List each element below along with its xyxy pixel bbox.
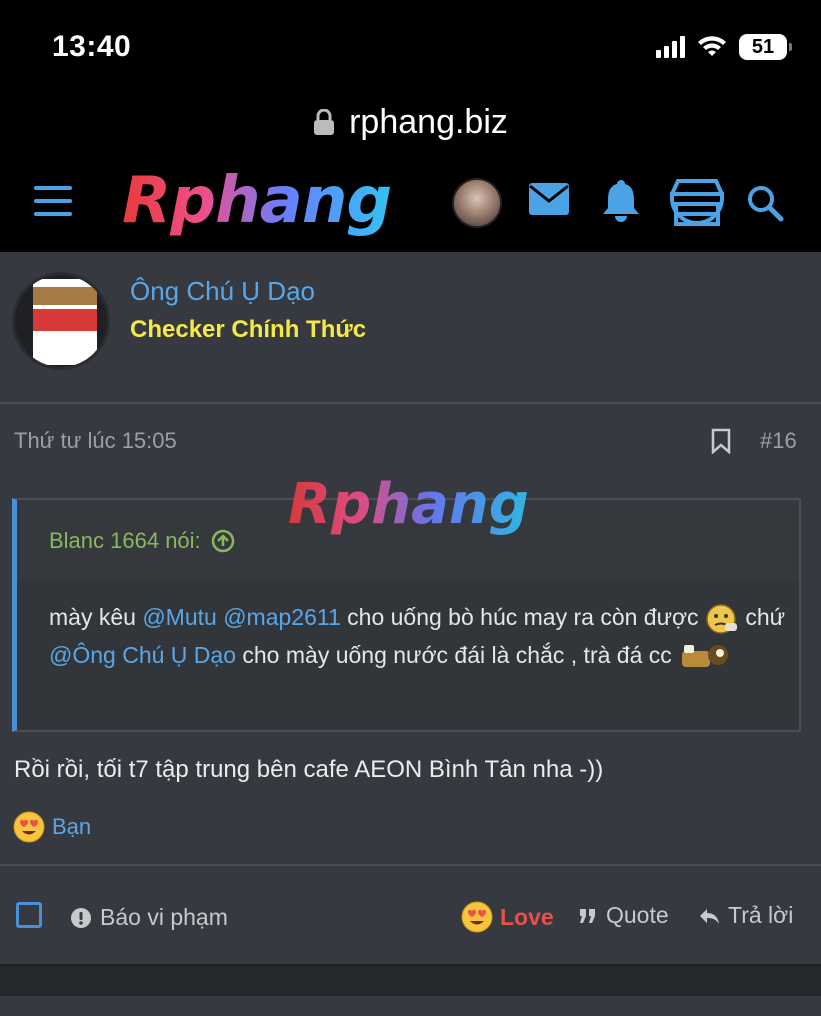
watermark-logo: Rphang <box>288 472 529 537</box>
quote-text: chứ <box>738 604 786 630</box>
quote-body: mày kêu @Mutu @map2611 cho uống bò húc m… <box>49 598 789 674</box>
quote-icon <box>580 908 595 923</box>
heart-eyes-emoji-icon <box>461 901 493 933</box>
mention-link[interactable]: @Ông Chú Ụ Dạo <box>49 642 236 668</box>
heart-eyes-emoji-icon <box>13 811 45 843</box>
search-icon[interactable] <box>746 184 784 222</box>
signal-icon <box>656 36 685 58</box>
arrow-up-circle-icon[interactable] <box>211 529 235 553</box>
avatar-image <box>33 279 97 365</box>
reaction-label[interactable]: Bạn <box>52 814 91 840</box>
site-logo[interactable]: Rphang <box>122 164 392 238</box>
url-domain[interactable]: rphang.biz <box>349 103 508 142</box>
url-bar[interactable]: rphang.biz <box>0 92 821 152</box>
reply-icon <box>700 908 719 924</box>
select-checkbox[interactable] <box>16 902 42 928</box>
quote-text: mày kêu <box>49 604 143 630</box>
bell-icon[interactable] <box>602 178 640 222</box>
status-time: 13:40 <box>52 30 132 63</box>
mail-icon[interactable] <box>528 182 570 216</box>
quote-text: cho uống bò húc may ra còn được <box>340 604 705 630</box>
reply-label[interactable]: Trả lời <box>728 902 793 929</box>
mention-link[interactable]: @map2611 <box>223 604 341 630</box>
quote-label[interactable]: Quote <box>606 902 669 929</box>
reaction-summary[interactable]: Bạn <box>12 810 91 844</box>
reply-button[interactable]: Trả lời <box>698 902 793 929</box>
love-button[interactable]: Love <box>460 900 554 934</box>
menu-icon[interactable] <box>34 186 72 216</box>
thinking-emoji-icon <box>706 604 737 634</box>
report-label[interactable]: Báo vi phạm <box>100 904 228 931</box>
mention-link[interactable]: @Mutu <box>142 604 216 630</box>
quote-button[interactable]: Quote <box>578 902 669 929</box>
next-post-edge <box>0 964 821 1016</box>
post-actions: Báo vi phạm Love Quote Trả lời <box>0 864 821 964</box>
post: Thứ tư lúc 15:05 #16 Blanc 1664 nói: mày… <box>0 404 821 864</box>
quote-author[interactable]: Blanc 1664 nói: <box>49 528 235 554</box>
alert-icon <box>71 907 91 928</box>
wifi-icon <box>698 36 726 56</box>
report-button[interactable]: Báo vi phạm <box>70 904 228 931</box>
post-body: Rồi rồi, tối t7 tập trung bên cafe AEON … <box>14 756 604 783</box>
quote-author-label[interactable]: Blanc 1664 nói: <box>49 528 201 554</box>
sticker-emoji-icon <box>682 644 729 667</box>
author-name[interactable]: Ông Chú Ụ Dạo <box>130 276 315 307</box>
status-icons: 51 <box>656 34 792 60</box>
post-number[interactable]: #16 <box>760 428 797 454</box>
post-date[interactable]: Thứ tư lúc 15:05 <box>14 428 177 454</box>
store-icon[interactable] <box>668 178 726 226</box>
site-header: Rphang <box>0 152 821 252</box>
status-bar: 13:40 51 <box>0 0 821 92</box>
author-avatar[interactable] <box>12 272 110 370</box>
love-label[interactable]: Love <box>500 904 554 931</box>
author-title: Checker Chính Thức <box>130 316 367 343</box>
post-author: Ông Chú Ụ Dạo Checker Chính Thức <box>0 252 821 404</box>
avatar[interactable] <box>452 178 502 228</box>
bookmark-icon[interactable] <box>710 428 732 454</box>
battery-icon: 51 <box>739 34 792 60</box>
quote-text: cho mày uống nước đái là chắc , trà đá c… <box>236 642 679 668</box>
lock-icon <box>314 109 335 135</box>
